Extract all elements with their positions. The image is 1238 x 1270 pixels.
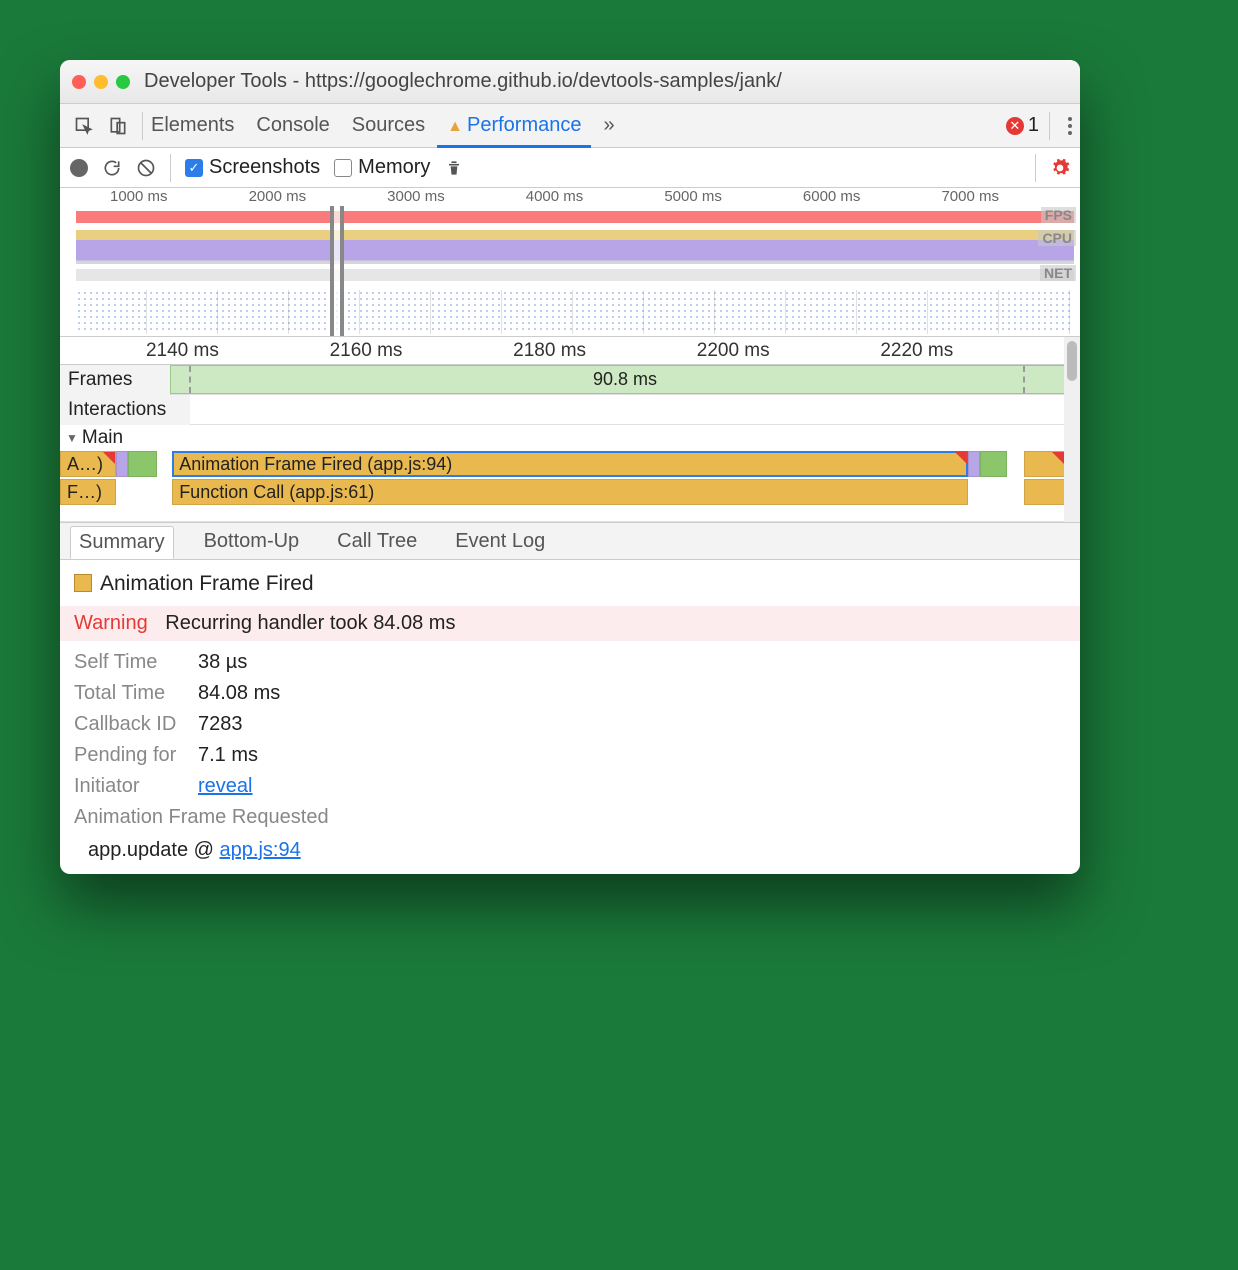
- flame-bar-aff-truncated[interactable]: A…): [60, 451, 116, 477]
- titlebar: Developer Tools - https://googlechrome.g…: [60, 60, 1080, 104]
- tab-bottom-up[interactable]: Bottom-Up: [196, 526, 308, 557]
- reload-icon[interactable]: [102, 158, 122, 178]
- fps-row: FPS: [60, 207, 1080, 229]
- initiator-reveal-link[interactable]: reveal: [198, 775, 252, 798]
- more-menu-icon[interactable]: [1060, 117, 1080, 135]
- scrollbar-thumb[interactable]: [1067, 341, 1077, 381]
- stack-trace: app.update @ app.js:94: [88, 839, 1066, 862]
- screenshots-checkbox[interactable]: Screenshots: [185, 156, 320, 179]
- warning-icon: ▲: [447, 118, 463, 135]
- flame-bar-fc-truncated[interactable]: F…): [60, 479, 116, 505]
- checkbox-icon: [185, 159, 203, 177]
- warning-text: Recurring handler took 84.08 ms: [165, 612, 455, 634]
- main-track[interactable]: ▼Main A…) Animation Frame Fired (app.js:…: [60, 425, 1080, 522]
- flame-bar-aff-right[interactable]: [1024, 451, 1065, 477]
- flame-bar-fc-right[interactable]: [1024, 479, 1065, 505]
- flamechart[interactable]: A…) Animation Frame Fired (app.js:94) F……: [60, 451, 1080, 521]
- flame-bar-animation-frame-fired[interactable]: Animation Frame Fired (app.js:94): [172, 451, 968, 477]
- warning-label: Warning: [74, 612, 148, 634]
- animation-frame-requested-label: Animation Frame Requested: [74, 806, 1066, 829]
- checkbox-icon: [334, 159, 352, 177]
- flame-bar-paint[interactable]: [128, 451, 157, 477]
- panel-tabs: Elements Console Sources ▲Performance »: [151, 114, 615, 137]
- performance-toolbar: Screenshots Memory: [60, 148, 1080, 188]
- tab-performance[interactable]: ▲Performance: [447, 114, 581, 137]
- devtools-window: Developer Tools - https://googlechrome.g…: [60, 60, 1080, 874]
- frames-track[interactable]: Frames 90.8 ms: [60, 365, 1080, 395]
- frames-header: Frames: [60, 365, 170, 395]
- tab-summary[interactable]: Summary: [70, 526, 174, 559]
- tab-call-tree[interactable]: Call Tree: [329, 526, 425, 557]
- net-row: NET: [60, 265, 1080, 287]
- tab-console[interactable]: Console: [256, 114, 329, 137]
- window-controls: [72, 75, 130, 89]
- device-toggle-icon[interactable]: [108, 116, 128, 136]
- settings-gear-icon[interactable]: [1050, 158, 1070, 178]
- flamechart-area: 2140 ms 2160 ms 2180 ms 2200 ms 2220 ms …: [60, 337, 1080, 522]
- clear-icon[interactable]: [136, 158, 156, 178]
- interactions-track[interactable]: Interactions: [60, 395, 1080, 425]
- warning-row: Warning Recurring handler took 84.08 ms: [60, 606, 1080, 641]
- zoom-window-button[interactable]: [116, 75, 130, 89]
- flame-bar-layout[interactable]: [116, 451, 128, 477]
- flame-bar-function-call[interactable]: Function Call (app.js:61): [172, 479, 968, 505]
- minimize-window-button[interactable]: [94, 75, 108, 89]
- memory-checkbox[interactable]: Memory: [334, 156, 430, 179]
- close-window-button[interactable]: [72, 75, 86, 89]
- overview-pane[interactable]: 1000 ms2000 ms3000 ms4000 ms5000 ms6000 …: [60, 188, 1080, 337]
- error-count[interactable]: ✕ 1: [1006, 114, 1039, 137]
- callback-id-value: 7283: [198, 713, 243, 736]
- category-swatch: [74, 574, 92, 592]
- filmstrip: [60, 288, 1080, 336]
- tab-event-log[interactable]: Event Log: [447, 526, 553, 557]
- stack-source-link[interactable]: app.js:94: [220, 839, 301, 861]
- tab-elements[interactable]: Elements: [151, 114, 234, 137]
- total-time-value: 84.08 ms: [198, 682, 280, 705]
- frame-bar[interactable]: 90.8 ms: [170, 365, 1080, 394]
- event-title: Animation Frame Fired: [74, 572, 1066, 596]
- cpu-row: CPU: [60, 230, 1080, 264]
- collapse-icon: ▼: [66, 431, 78, 445]
- window-title: Developer Tools - https://googlechrome.g…: [144, 70, 782, 93]
- garbage-collect-icon[interactable]: [444, 158, 464, 178]
- summary-pane: Animation Frame Fired Warning Recurring …: [60, 560, 1080, 874]
- pending-for-value: 7.1 ms: [198, 744, 258, 767]
- main-tabbar: Elements Console Sources ▲Performance » …: [60, 104, 1080, 148]
- overview-viewport-handle[interactable]: [330, 206, 344, 336]
- main-header[interactable]: ▼Main: [60, 425, 1080, 451]
- tabs-overflow[interactable]: »: [603, 114, 614, 137]
- flame-bar-paint2[interactable]: [980, 451, 1007, 477]
- details-tabs: Summary Bottom-Up Call Tree Event Log: [60, 522, 1080, 560]
- inspect-element-icon[interactable]: [74, 116, 94, 136]
- overview-ruler: 1000 ms2000 ms3000 ms4000 ms5000 ms6000 …: [60, 188, 1080, 206]
- error-icon: ✕: [1006, 117, 1024, 135]
- detail-ruler: 2140 ms 2160 ms 2180 ms 2200 ms 2220 ms: [60, 337, 1080, 365]
- interactions-header: Interactions: [60, 395, 190, 425]
- record-button[interactable]: [70, 159, 88, 177]
- flame-bar-layout2[interactable]: [968, 451, 980, 477]
- vertical-scrollbar[interactable]: [1064, 337, 1080, 522]
- tab-sources[interactable]: Sources: [352, 114, 425, 137]
- self-time-value: 38 µs: [198, 651, 247, 674]
